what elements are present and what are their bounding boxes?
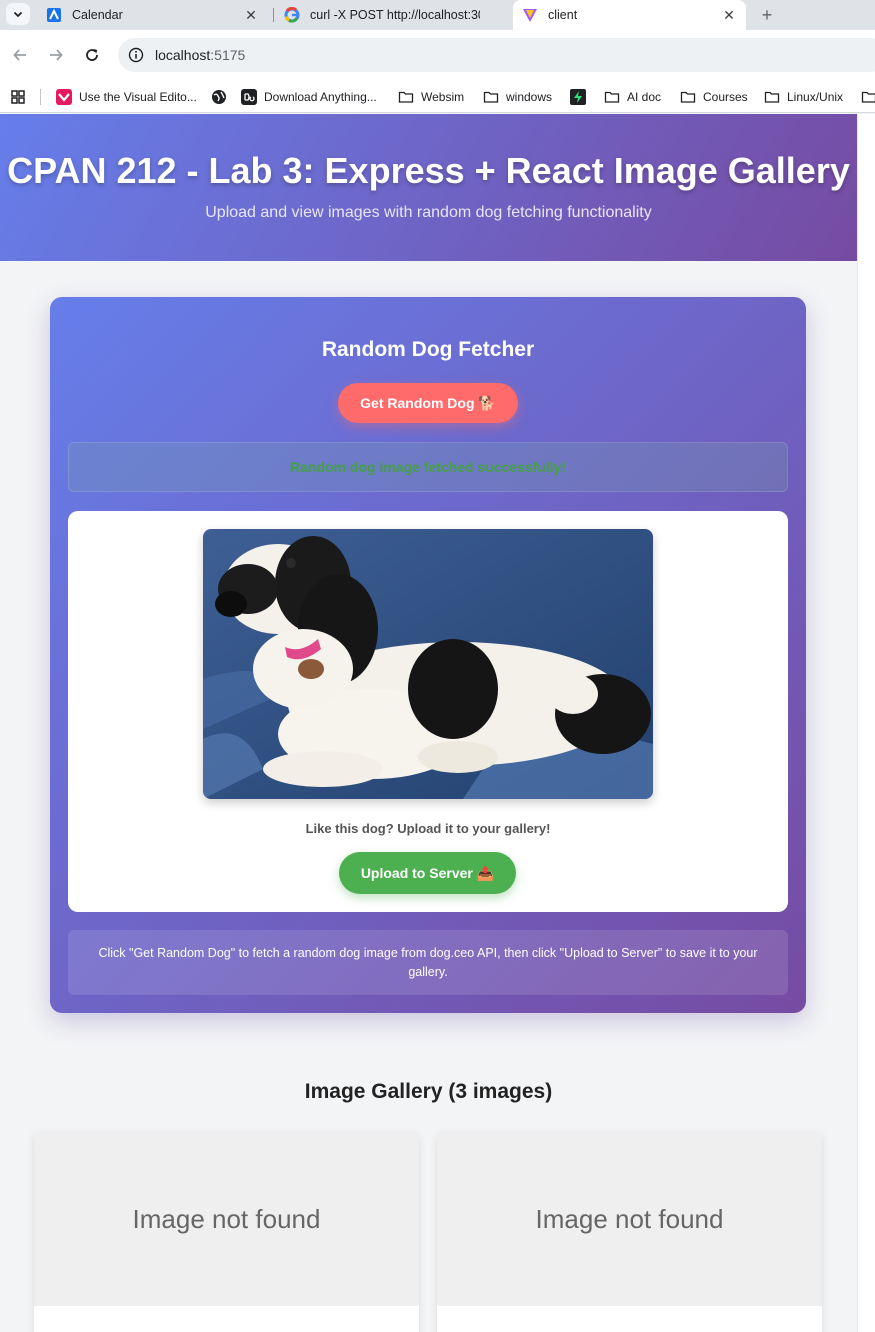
visual-editor-icon: [56, 88, 72, 105]
dog-caption: Like this dog? Upload it to your gallery…: [305, 821, 551, 836]
tab-client[interactable]: client ✕: [513, 0, 746, 30]
chevron-down-icon: [13, 11, 23, 18]
site-info-icon[interactable]: [126, 45, 146, 65]
download-anything-icon: [241, 88, 257, 105]
tab-title: curl -X POST http://localhost:30: [310, 8, 480, 22]
vite-icon: [522, 7, 538, 23]
back-button[interactable]: [9, 44, 31, 66]
bookmark-label: AI doc: [627, 89, 662, 104]
bookmark-label: windows: [506, 89, 553, 104]
arrow-left-icon: [13, 49, 26, 61]
globe-icon: [211, 89, 227, 105]
bookmark-download-anything[interactable]: Download Anything...: [241, 80, 377, 113]
dog-preview-card: Like this dog? Upload it to your gallery…: [68, 511, 788, 912]
address-bar[interactable]: localhost:5175: [118, 38, 875, 72]
upload-to-server-button[interactable]: Upload to Server 📤: [339, 852, 516, 894]
bookmark-globe[interactable]: [211, 80, 227, 113]
folder-icon: [680, 89, 696, 105]
folder-icon: [398, 89, 414, 105]
forward-button[interactable]: [45, 44, 67, 66]
browser-toolbar: localhost:5175: [0, 30, 875, 80]
new-tab-button[interactable]: +: [756, 4, 778, 26]
tab-strip: Calendar ✕ curl -X POST http://localhost…: [0, 0, 875, 30]
bookmark-label: Linux/Unix: [787, 89, 844, 104]
close-icon[interactable]: ✕: [242, 6, 260, 24]
url-host: localhost: [155, 47, 211, 63]
close-icon[interactable]: ✕: [720, 6, 738, 24]
tab-calendar[interactable]: Calendar ✕: [38, 0, 268, 30]
image-placeholder: Image not found: [437, 1132, 822, 1306]
bookmark-label: Use the Visual Edito...: [79, 89, 197, 104]
page-subtitle: Upload and view images with random dog f…: [205, 204, 652, 221]
gallery-title: Image Gallery (3 images): [304, 1080, 553, 1103]
bookmark-label: Websim: [421, 89, 465, 104]
hero-header: CPAN 212 - Lab 3: Express + React Image …: [0, 114, 857, 261]
tab-separator: [273, 8, 274, 22]
folder-icon: [764, 89, 780, 105]
gallery-card[interactable]: Image not found: [437, 1132, 822, 1332]
fetcher-title: Random Dog Fetcher: [321, 338, 535, 361]
folder-icon: [604, 89, 620, 105]
page-scrollbar[interactable]: [857, 114, 875, 1332]
instructions-text: Click "Get Random Dog" to fetch a random…: [68, 930, 788, 995]
tab-search-button[interactable]: [6, 3, 30, 25]
image-placeholder: Image not found: [34, 1132, 419, 1306]
get-random-dog-button[interactable]: Get Random Dog 🐕: [338, 383, 518, 423]
bookmark-courses[interactable]: Courses: [680, 80, 748, 113]
green-bolt-icon: [570, 88, 586, 105]
page-viewport: CPAN 212 - Lab 3: Express + React Image …: [0, 114, 857, 1332]
tab-curl[interactable]: curl -X POST http://localhost:30: [276, 0, 508, 30]
folder-icon: [861, 89, 875, 105]
reload-icon: [86, 49, 98, 61]
gallery-card[interactable]: Image not found: [34, 1132, 419, 1332]
bookmark-websim[interactable]: Websim: [398, 80, 464, 113]
bookmark-green[interactable]: [570, 80, 586, 113]
apps-button[interactable]: [10, 80, 26, 113]
bookmark-linux-unix[interactable]: Linux/Unix: [764, 80, 843, 113]
bookmarks-bar: Use the Visual Edito... Download Anythin…: [0, 80, 875, 113]
arrow-right-icon: [50, 49, 63, 61]
tab-title: client: [548, 8, 578, 22]
bookmarks-separator: [40, 89, 41, 105]
bookmark-ai-doc[interactable]: AI doc: [604, 80, 661, 113]
tab-title: Calendar: [72, 8, 123, 22]
bookmark-visual-editor[interactable]: Use the Visual Edito...: [56, 80, 197, 113]
bookmark-more-folder[interactable]: [861, 80, 875, 113]
google-icon: [284, 7, 300, 23]
dog-image: [203, 529, 653, 799]
reload-button[interactable]: [81, 44, 103, 66]
bookmark-label: Download Anything...: [264, 89, 377, 104]
apps-grid-icon: [11, 89, 25, 104]
page-title: CPAN 212 - Lab 3: Express + React Image …: [7, 150, 850, 191]
calendar-icon: [46, 7, 62, 23]
bookmark-label: Courses: [703, 89, 748, 104]
url-text: localhost:5175: [155, 47, 245, 63]
url-port: :5175: [210, 47, 246, 63]
folder-icon: [483, 89, 499, 105]
success-message: Random dog image fetched successfully!: [68, 442, 788, 492]
random-dog-fetcher: Random Dog Fetcher Get Random Dog 🐕 Rand…: [50, 297, 806, 1013]
bookmark-windows[interactable]: windows: [483, 80, 552, 113]
